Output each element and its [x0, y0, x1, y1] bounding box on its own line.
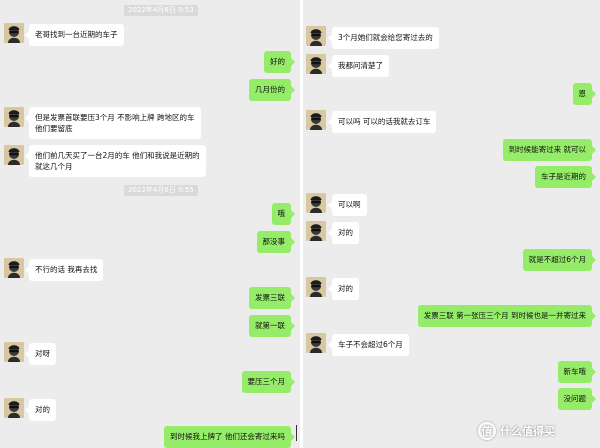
message-incoming[interactable]: 3个月她们就会给您寄过去的 — [328, 27, 439, 49]
message-incoming[interactable]: 车子不会超过6个月 — [328, 334, 409, 356]
message-outgoing[interactable]: 哦 — [271, 203, 295, 225]
message-line: 他们要留底 — [35, 124, 73, 133]
message-outgoing[interactable]: 新车哦 — [557, 361, 596, 383]
message-incoming[interactable]: 对的 — [328, 278, 359, 300]
message-incoming[interactable]: 不行的话 我再去找 — [24, 259, 104, 281]
contact-avatar[interactable] — [306, 333, 326, 353]
message-outgoing[interactable]: 就第一联 — [249, 315, 295, 337]
message-line: 就这几个月 — [35, 162, 73, 171]
message-outgoing[interactable]: 要压三个月 — [241, 371, 295, 393]
contact-avatar[interactable] — [4, 145, 24, 165]
message-incoming[interactable]: 可以啊 — [328, 194, 367, 216]
message-line: 但是发票首联要压3个月 不影响上牌 跨地区的车 — [35, 113, 195, 122]
message-incoming[interactable]: 对呀 — [25, 343, 56, 365]
scroll-marker — [296, 425, 297, 441]
message-incoming[interactable]: 可以吗 可以的话我就去订车 — [327, 111, 437, 133]
chat-panel-right: 3个月她们就会给您寄过去的 我都问清楚了 恩 可以吗 可以的话我就去订车 到时候… — [303, 0, 600, 448]
contact-avatar[interactable] — [306, 110, 326, 130]
timestamp-1: 2022年4月6日 9:53 — [124, 5, 198, 16]
contact-avatar[interactable] — [4, 258, 24, 278]
contact-avatar[interactable] — [4, 23, 24, 43]
message-outgoing[interactable]: 发票三联 — [249, 287, 295, 309]
contact-avatar[interactable] — [306, 277, 326, 297]
message-outgoing[interactable]: 那没事 — [256, 231, 295, 253]
message-outgoing[interactable]: 没问题 — [557, 388, 596, 410]
message-outgoing[interactable]: 恩 — [572, 83, 596, 105]
message-incoming[interactable]: 但是发票首联要压3个月 不影响上牌 跨地区的车 他们要留底 — [25, 107, 201, 139]
chat-panel-left: 2022年4月6日 9:53 老哥找到一台近期的车子 好的 几月份的 但是发票首… — [0, 0, 300, 448]
chat-screenshot: 2022年4月6日 9:53 老哥找到一台近期的车子 好的 几月份的 但是发票首… — [0, 0, 600, 448]
contact-avatar[interactable] — [306, 26, 326, 46]
watermark-logo-icon: 值 — [478, 422, 496, 440]
contact-avatar[interactable] — [4, 342, 24, 362]
message-incoming[interactable]: 他们前几天买了一台2月的车 他们和我说是近期的 就这几个月 — [25, 145, 206, 177]
message-outgoing[interactable]: 车子是近期的 — [535, 166, 596, 188]
contact-avatar[interactable] — [306, 221, 326, 241]
message-incoming[interactable]: 我都问清楚了 — [328, 55, 389, 77]
message-outgoing[interactable]: 好的 — [264, 51, 295, 73]
message-outgoing[interactable]: 发票三联 第一张压三个月 到时候也是一并寄过来 — [417, 305, 597, 327]
timestamp-2: 2022年4月6日 9:55 — [124, 185, 198, 196]
message-incoming[interactable]: 老哥找到一台近期的车子 — [25, 24, 124, 46]
watermark-text: 什么值得买 — [500, 425, 555, 438]
message-outgoing[interactable]: 几月份的 — [249, 79, 295, 101]
message-outgoing[interactable]: 到时候我上牌了 他们还会寄过来吗 — [164, 426, 295, 448]
watermark: 值 什么值得买 — [478, 420, 555, 442]
message-line: 他们前几天买了一台2月的车 他们和我说是近期的 — [35, 151, 200, 160]
message-incoming[interactable]: 对的 — [328, 222, 359, 244]
contact-avatar[interactable] — [4, 398, 24, 418]
contact-avatar[interactable] — [306, 193, 326, 213]
message-outgoing[interactable]: 就是不超过6个月 — [522, 249, 597, 271]
contact-avatar[interactable] — [4, 107, 24, 127]
message-outgoing[interactable]: 到时候能寄过来 就可以 — [502, 139, 597, 161]
message-incoming[interactable]: 对的 — [25, 399, 56, 421]
contact-avatar[interactable] — [306, 54, 326, 74]
